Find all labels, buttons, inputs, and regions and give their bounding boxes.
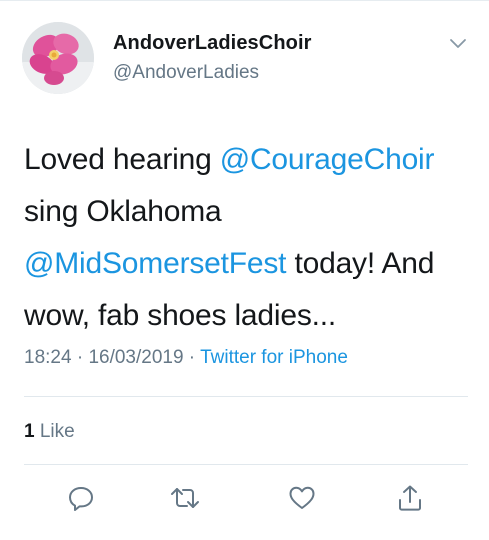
likes-count-link[interactable]: 1 Like — [24, 421, 75, 443]
retweet-icon — [171, 488, 199, 508]
retweet-button[interactable] — [170, 484, 199, 512]
tweet-time: 18:24 — [24, 347, 72, 368]
mention-link-mid-somerset-fest[interactable]: @MidSomersetFest — [24, 247, 287, 280]
like-label: Like — [34, 421, 75, 442]
tweet-text: Loved hearing @CourageChoir sing Oklahom… — [24, 134, 474, 342]
top-border — [0, 0, 489, 1]
meta-separator: · — [183, 347, 201, 368]
mention-link-courage-choir[interactable]: @CourageChoir — [220, 143, 435, 176]
chevron-down-icon[interactable] — [448, 36, 468, 52]
share-icon — [399, 485, 421, 511]
divider — [24, 396, 468, 397]
tweet-meta: 18:24 · 16/03/2019 · Twitter for iPhone — [24, 347, 348, 369]
tweet-text-part: sing Oklahoma — [24, 195, 222, 228]
share-button[interactable] — [396, 484, 424, 512]
pink-flower-avatar-icon — [22, 22, 94, 94]
tweet-source-link[interactable]: Twitter for iPhone — [200, 347, 348, 368]
reply-icon — [69, 487, 93, 511]
author-handle[interactable]: @AndoverLadies — [113, 62, 259, 84]
tweet-date: 16/03/2019 — [88, 347, 184, 368]
meta-separator: · — [71, 347, 89, 368]
like-button[interactable] — [288, 484, 316, 512]
like-count: 1 — [24, 421, 35, 442]
divider — [24, 464, 468, 465]
avatar[interactable] — [22, 22, 94, 94]
tweet-card: AndoverLadiesChoir @AndoverLadies Loved … — [0, 0, 489, 540]
heart-icon — [289, 486, 315, 509]
tweet-text-part: Loved hearing — [24, 143, 220, 176]
reply-button[interactable] — [67, 484, 95, 512]
author-display-name[interactable]: AndoverLadiesChoir — [113, 32, 312, 55]
